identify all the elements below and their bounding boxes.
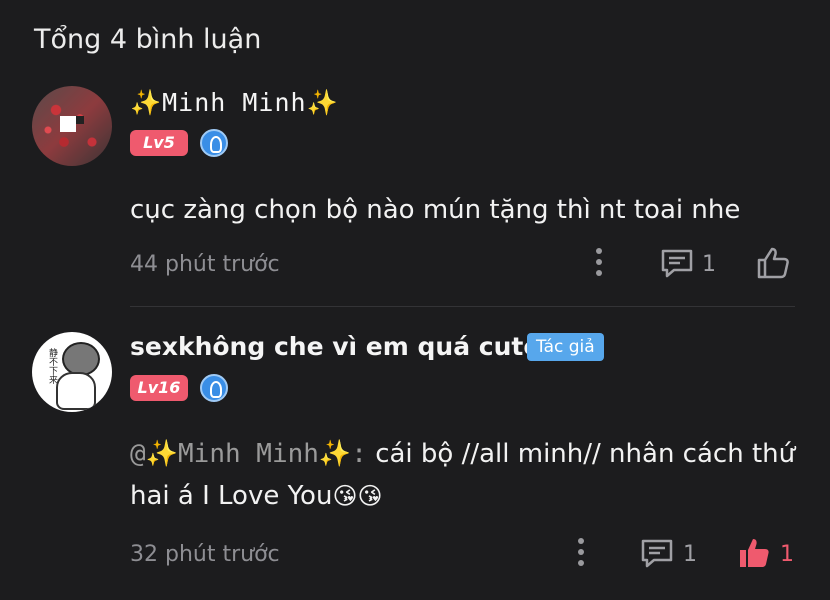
kiss-emoji: 😘😘 [332, 482, 383, 510]
level-badge: Lv16 [130, 375, 188, 401]
divider [130, 306, 795, 307]
author-tag: Tác giả [527, 333, 604, 361]
username[interactable]: sexkhông che vì em quá cute [130, 332, 540, 361]
avatar[interactable] [32, 86, 112, 166]
username[interactable]: ✨Minh Minh✨ [130, 88, 339, 118]
verified-badge-icon [200, 374, 228, 402]
reply-icon[interactable] [660, 248, 694, 278]
verified-badge-icon [200, 129, 228, 157]
like-icon[interactable] [756, 246, 790, 280]
comment-text: @✨Minh Minh✨: cái bộ //all minh// nhân c… [130, 439, 796, 511]
comment-time: 32 phút trước [130, 542, 280, 567]
comment-time: 44 phút trước [130, 252, 280, 277]
reply-count: 1 [702, 252, 716, 277]
more-options-icon[interactable] [596, 248, 602, 281]
like-count: 1 [780, 542, 794, 567]
comment-count-title: Tổng 4 bình luận [34, 24, 262, 55]
reply-icon[interactable] [640, 538, 674, 568]
level-badge: Lv5 [130, 130, 188, 156]
more-options-icon[interactable] [578, 538, 584, 571]
reply-count: 1 [683, 542, 697, 567]
like-filled-icon[interactable] [737, 536, 771, 570]
avatar[interactable]: 静不下来 [32, 332, 112, 412]
comment-text: cục zàng chọn bộ nào mún tặng thì nt toa… [130, 195, 741, 225]
mention-link[interactable]: @✨Minh Minh✨: [130, 439, 367, 469]
